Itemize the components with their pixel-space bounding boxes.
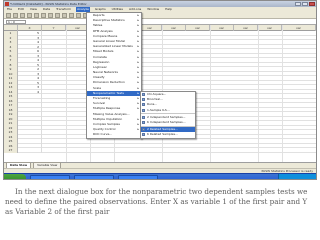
menu-item-label: Complex Samples [93,121,120,126]
menu-item-label: Loglinear [93,64,107,69]
test-icon [142,93,145,96]
analyze-menu: Reports ▸ Descriptive Statistics ▸ Tables ▸ RF… [86,12,142,139]
taskbar-item[interactable] [30,175,70,179]
menu-item-label: Missing Value Analysis... [93,111,130,116]
insert-cases-icon[interactable] [69,12,74,18]
insert-variable-icon[interactable] [76,12,81,18]
test-icon [142,108,145,112]
menu-item-label: Quality Control [93,127,116,132]
app-icon [5,2,9,6]
find-icon[interactable] [62,12,67,18]
menu-item-label: Descriptive Statistics [93,18,125,23]
menu-item-label: Neural Networks [93,70,118,75]
menu-item-label: ROC Curve... [93,132,113,137]
cell-reference[interactable]: 1 : X [6,20,26,24]
menu-item-label: Forecasting [93,96,111,100]
start-button[interactable] [4,174,26,179]
menu-item-label: Generalized Linear Models [93,44,133,49]
nonparametric-menu-item[interactable]: K Independent Samples... [141,120,195,125]
spss-screenshot: *Untitled1 [DataSet0] - PASW Statistics … [3,0,317,180]
menu-item-label: Dimension Reduction [93,80,125,85]
cell-x[interactable] [18,148,42,153]
menu-item-label: Classify [93,75,105,80]
test-icon [142,98,145,102]
menu-item-label: 1-Sample K-S... [147,107,170,112]
windows-taskbar [4,173,316,179]
menu-item-label: Compare Means [93,33,118,38]
taskbar-item[interactable] [74,175,114,179]
menu-item-label: Tables [93,23,103,28]
redo-icon[interactable] [41,12,46,18]
close-icon[interactable] [309,2,315,6]
menu-item-label: Binomial... [147,97,163,102]
variables-icon[interactable] [55,12,60,18]
test-icon [142,115,145,119]
nonparametric-submenu: Chi-Square... Binomial... Runs... 1-Sample … [140,91,196,139]
dialog-recall-icon[interactable] [27,12,32,18]
nonparametric-menu-item[interactable]: K Related Samples... [141,132,195,137]
test-icon [142,120,145,124]
taskbar-item[interactable] [118,175,158,179]
undo-icon[interactable] [34,12,39,18]
test-icon [142,103,145,107]
save-icon[interactable] [13,12,18,18]
print-icon[interactable] [20,12,25,18]
analyze-menu-item[interactable]: ROC Curve... [87,132,141,137]
menu-item-label: Chi-Square... [147,92,167,96]
menu-item-label: Regression [93,59,110,64]
window-controls [295,2,315,6]
menu-item-label: Multiple Response [93,106,121,111]
table-row[interactable]: 27 [4,148,316,153]
menu-item-label: K Related Samples... [147,132,178,137]
menu-item-label: 2 Related Samples... [147,127,178,132]
menu-item-label: Scale [93,85,102,90]
menu-item-label: General Linear Model [93,38,126,43]
nonparametric-menu-item[interactable]: 1-Sample K-S... [141,108,195,113]
menu-item-label: Multiple Imputation [93,116,123,121]
maximize-icon[interactable] [302,2,308,6]
toolbar [4,12,316,19]
menu-item-label: Correlate [93,54,107,59]
open-icon[interactable] [6,12,11,18]
row-number[interactable]: 27 [4,148,18,153]
minimize-icon[interactable] [295,2,301,6]
test-icon [142,133,145,137]
slide-caption: In the next dialogue box for the nonpara… [5,187,308,216]
menu-item-label: RFM Analysis [93,28,113,33]
system-tray [278,174,316,179]
menu-item-label: Runs... [147,102,158,107]
menu-item-label: Nonparametric Tests [93,90,124,95]
test-icon [142,128,145,132]
menu-item-label: 2 Independent Samples... [147,114,186,119]
goto-case-icon[interactable] [48,12,53,18]
menu-item-label: Survival [93,101,106,106]
menu-item-label: K Independent Samples... [147,119,186,124]
menu-item-label: Mixed Models [93,49,114,54]
menu-item-label: Reports [93,13,105,17]
